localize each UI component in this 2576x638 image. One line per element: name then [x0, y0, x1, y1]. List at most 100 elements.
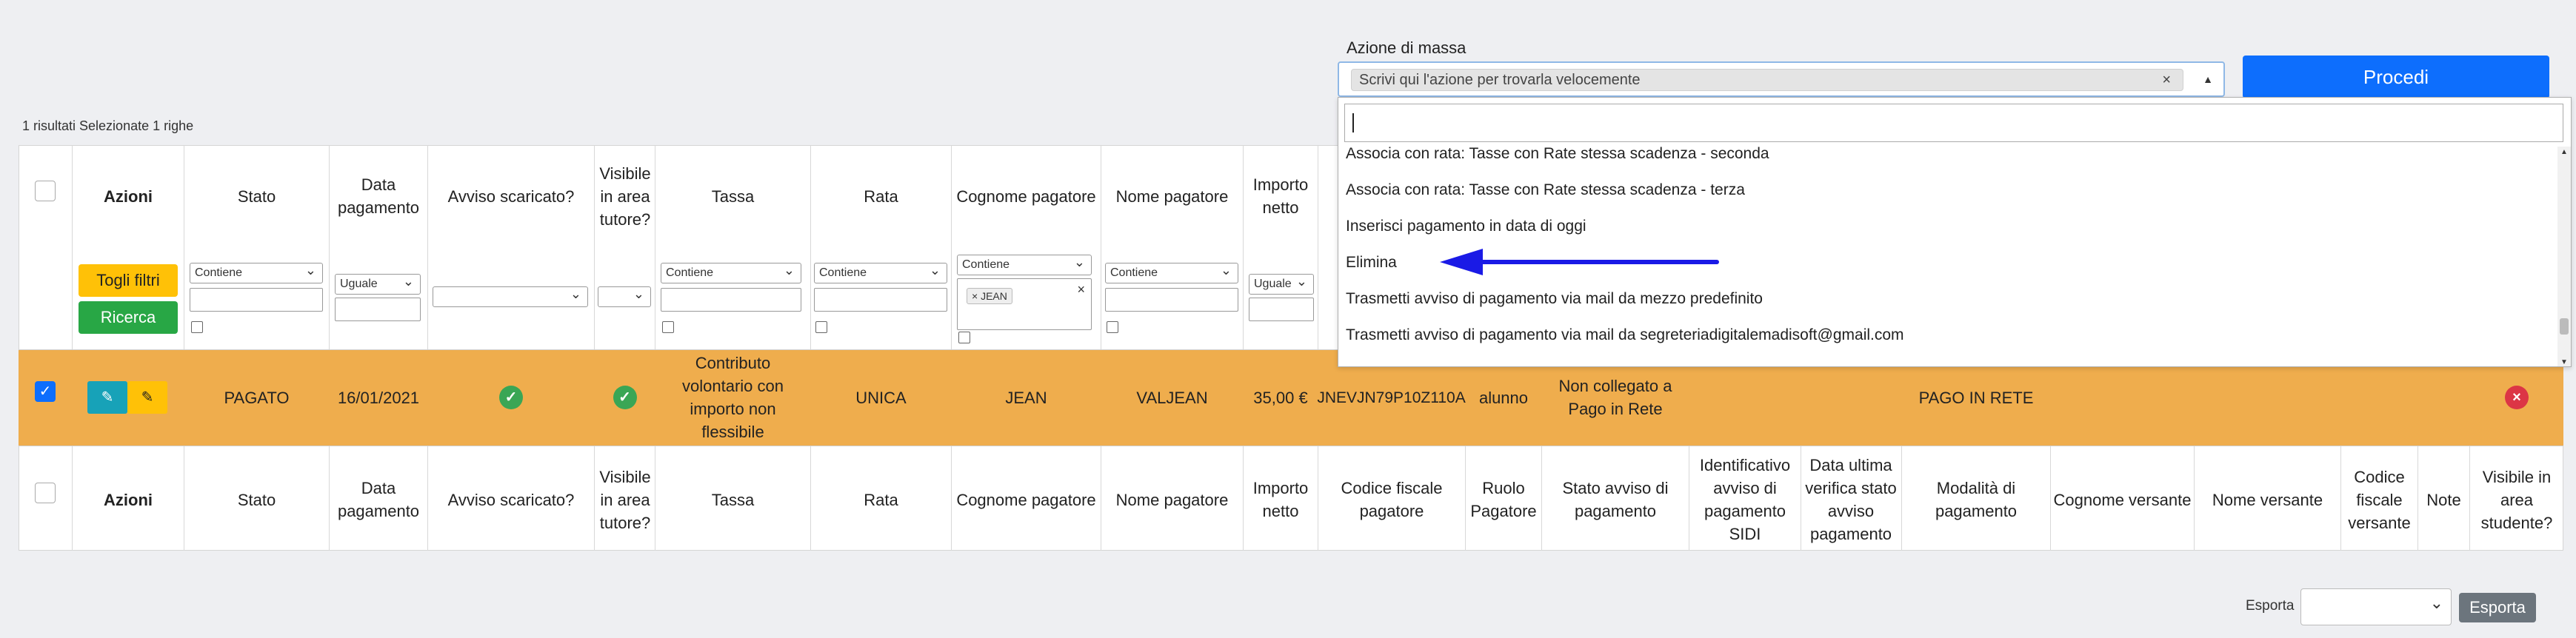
- delete-circle-icon[interactable]: ×: [2505, 386, 2529, 409]
- mass-action-selected-text: Scrivi qui l'azione per trovarla velocem…: [1359, 72, 1641, 88]
- scrollbar-thumb[interactable]: [2560, 318, 2569, 335]
- check-circle-icon: ✓: [613, 386, 637, 409]
- data-filter-select[interactable]: Uguale: [335, 272, 421, 295]
- footer-header-data: Data pagamento: [337, 479, 420, 520]
- nome-filter-select[interactable]: Contiene: [1105, 261, 1238, 283]
- select-all-checkbox[interactable]: [35, 181, 56, 201]
- header-tassa[interactable]: Tassa: [655, 170, 810, 222]
- export-format-select[interactable]: [2300, 588, 2452, 625]
- view-edit-icon[interactable]: ✎: [87, 381, 127, 414]
- footer-header-nome: Nome pagatore: [1115, 490, 1229, 509]
- footer-header-cognome-versante: Cognome versante: [2053, 490, 2192, 509]
- row-checkbox[interactable]: ✓: [35, 381, 56, 402]
- header-azioni: Azioni: [104, 187, 153, 206]
- footer-header-ruolo: Ruolo Pagatore: [1470, 479, 1537, 520]
- cell-importo: 35,00 €: [1253, 388, 1308, 407]
- cognome-tag-label: JEAN: [981, 290, 1007, 302]
- cell-nome: VALJEAN: [1136, 388, 1208, 407]
- dropdown-option-elimina[interactable]: Elimina: [1346, 254, 1397, 272]
- footer-header-cf-pagatore: Codice fiscale pagatore: [1341, 479, 1443, 520]
- footer-header-data-verifica: Data ultima verifica stato avviso pagame…: [1805, 456, 1897, 543]
- nome-filter-input[interactable]: [1105, 288, 1238, 312]
- nome-filter-checkbox[interactable]: [1107, 321, 1118, 333]
- clear-selection-icon[interactable]: ×: [2162, 70, 2171, 90]
- cell-rata: UNICA: [855, 388, 907, 407]
- footer-header-note: Note: [2426, 490, 2461, 509]
- footer-header-nome-versante: Nome versante: [2212, 490, 2323, 509]
- edit-icon[interactable]: ✎: [127, 381, 167, 414]
- footer-header-tassa: Tassa: [711, 490, 755, 509]
- footer-header-id-sidi: Identificativo avviso di pagamento SIDI: [1699, 456, 1791, 543]
- visibile-filter-select[interactable]: [598, 284, 651, 307]
- header-avviso-scaricato[interactable]: Avviso scaricato?: [428, 170, 594, 222]
- header-data-pagamento[interactable]: Data pagamento: [337, 163, 420, 229]
- footer-header-rata: Rata: [864, 490, 898, 509]
- cell-cognome: JEAN: [1005, 388, 1047, 407]
- tassa-filter-checkbox[interactable]: [662, 321, 674, 333]
- scroll-up-icon[interactable]: ▲: [2560, 148, 2568, 156]
- cognome-tag: × JEAN: [967, 288, 1012, 304]
- data-filter-input[interactable]: [335, 298, 421, 321]
- dropdown-option[interactable]: Associa con rata: Tasse con Rate stessa …: [1346, 145, 1769, 163]
- mass-action-selected-chip: Scrivi qui l'azione per trovarla velocem…: [1351, 69, 2183, 91]
- footer-header-stato-avviso: Stato avviso di pagamento: [1562, 479, 1669, 520]
- dropdown-search-input[interactable]: [1344, 104, 2563, 142]
- dropdown-option[interactable]: Trasmetti avviso di pagamento via mail d…: [1346, 326, 1904, 344]
- scroll-down-icon[interactable]: ▼: [2560, 358, 2568, 366]
- dropdown-scrollbar[interactable]: ▲ ▼: [2557, 147, 2571, 366]
- stato-filter-input[interactable]: [190, 288, 323, 312]
- cell-avviso: ✓: [428, 349, 594, 446]
- header-stato[interactable]: Stato: [184, 170, 329, 222]
- mass-action-label: Azione di massa: [1347, 38, 1466, 57]
- rata-filter-select[interactable]: Contiene: [814, 261, 947, 283]
- mass-action-dropdown: Associa con rata: Tasse con Rate stessa …: [1338, 97, 2572, 367]
- proceed-button[interactable]: Procedi: [2243, 56, 2549, 98]
- footer-header-stato: Stato: [237, 490, 276, 509]
- dropdown-option[interactable]: Associa con rata: Tasse con Rate stessa …: [1346, 181, 1745, 199]
- header-cognome-pagatore[interactable]: Cognome pagatore: [952, 163, 1101, 229]
- avviso-filter-select[interactable]: [433, 284, 588, 307]
- results-info: 1 risultati Selezionate 1 righe: [22, 118, 194, 133]
- cell-data: 16/01/2021: [337, 388, 420, 407]
- stato-filter-select[interactable]: Contiene: [190, 261, 323, 283]
- mass-action-select[interactable]: Scrivi qui l'azione per trovarla velocem…: [1338, 61, 2225, 97]
- footer-header-avviso: Avviso scaricato?: [447, 490, 575, 509]
- header-importo-netto[interactable]: Importo netto: [1244, 163, 1318, 229]
- footer-header-visibile-tutore: Visibile in area tutore?: [599, 467, 651, 532]
- cell-tassa: Contributo volontario con importo non fl…: [682, 354, 784, 441]
- cell-stato: PAGATO: [224, 388, 290, 407]
- footer-header-visibile-studente: Visibile in area studente?: [2480, 467, 2553, 532]
- remove-filters-button[interactable]: Togli filtri: [79, 264, 178, 297]
- caret-up-icon[interactable]: ▲: [2203, 73, 2213, 85]
- cell-visibile: ✓: [595, 349, 655, 446]
- cognome-filter-tags[interactable]: × JEAN ×: [957, 278, 1092, 330]
- tag-remove-icon[interactable]: ×: [972, 290, 978, 302]
- check-circle-icon: ✓: [499, 386, 523, 409]
- rata-filter-input[interactable]: [814, 288, 947, 312]
- annotation-arrow-icon: [1440, 249, 1719, 275]
- search-button[interactable]: Ricerca: [79, 301, 178, 334]
- footer-header-modalita: Modalità di pagamento: [1935, 479, 2018, 520]
- tassa-filter-select[interactable]: Contiene: [661, 261, 801, 283]
- text-cursor: [1352, 113, 1354, 132]
- cognome-filter-checkbox[interactable]: [958, 332, 970, 343]
- tassa-filter-input[interactable]: [661, 288, 801, 312]
- dropdown-option[interactable]: Inserisci pagamento in data di oggi: [1346, 218, 1586, 235]
- footer-select-all-checkbox[interactable]: [35, 483, 56, 503]
- importo-filter-input[interactable]: [1249, 298, 1314, 321]
- export-button[interactable]: Esporta: [2459, 593, 2536, 622]
- stato-filter-checkbox[interactable]: [191, 321, 203, 333]
- clear-tags-icon[interactable]: ×: [1077, 282, 1085, 298]
- header-visibile-tutore[interactable]: Visibile in area tutore?: [593, 159, 658, 233]
- importo-filter-select[interactable]: Uguale: [1249, 272, 1314, 295]
- dropdown-option-partial[interactable]: [1346, 357, 2012, 366]
- footer-header-importo: Importo netto: [1252, 479, 1309, 520]
- header-rata[interactable]: Rata: [811, 170, 951, 222]
- cognome-filter-select[interactable]: Contiene: [957, 252, 1092, 275]
- dropdown-option[interactable]: Trasmetti avviso di pagamento via mail d…: [1346, 290, 1763, 308]
- rata-filter-checkbox[interactable]: [815, 321, 827, 333]
- footer-header-azioni: Azioni: [104, 490, 153, 509]
- export-label: Esporta: [2246, 598, 2295, 614]
- header-nome-pagatore[interactable]: Nome pagatore: [1101, 170, 1243, 222]
- footer-header-cf-versante: Codice fiscale versante: [2348, 467, 2411, 532]
